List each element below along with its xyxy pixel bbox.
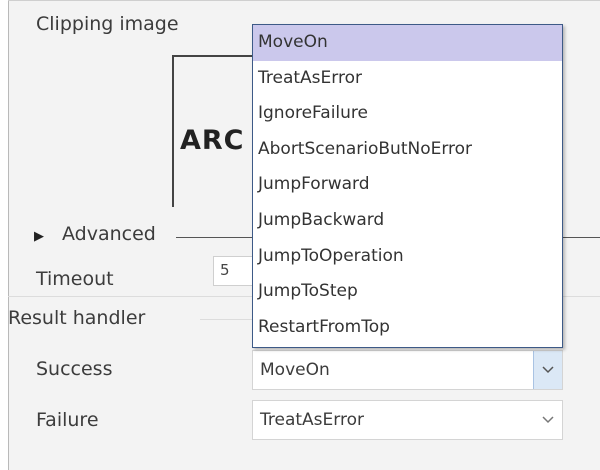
dropdown-option-treataserror[interactable]: TreatAsError [253, 61, 562, 97]
result-action-dropdown[interactable]: MoveOn TreatAsError IgnoreFailure AbortS… [252, 24, 563, 348]
dropdown-option-restartfromtop[interactable]: RestartFromTop [253, 310, 562, 346]
advanced-divider [176, 237, 256, 238]
result-handler-label: Result handler [8, 307, 146, 329]
dropdown-option-abortscenariobutnoerror[interactable]: AbortScenarioButNoError [253, 132, 562, 168]
dropdown-option-jumpforward[interactable]: JumpForward [253, 167, 562, 203]
panel-top-border [8, 0, 600, 1]
chevron-down-icon[interactable] [533, 351, 562, 389]
failure-select[interactable]: TreatAsError [252, 400, 563, 440]
failure-select-value: TreatAsError [260, 410, 364, 430]
dropdown-option-jumptostep[interactable]: JumpToStep [253, 274, 562, 310]
clipping-image-label: Clipping image [36, 13, 179, 35]
expand-arrow-icon[interactable]: ▶ [34, 229, 44, 244]
success-select-value: MoveOn [260, 360, 330, 380]
clipping-image-text: ARC [180, 125, 245, 156]
advanced-divider-right [563, 237, 600, 238]
success-select[interactable]: MoveOn [252, 350, 563, 390]
dropdown-option-moveon[interactable]: MoveOn [253, 25, 562, 61]
advanced-toggle[interactable]: Advanced [62, 223, 156, 245]
dropdown-option-jumptooperation[interactable]: JumpToOperation [253, 239, 562, 275]
dropdown-option-ignorefailure[interactable]: IgnoreFailure [253, 96, 562, 132]
dropdown-option-jumpbackward[interactable]: JumpBackward [253, 203, 562, 239]
failure-label: Failure [36, 409, 99, 431]
chevron-down-icon[interactable] [534, 401, 562, 439]
timeout-label: Timeout [36, 268, 114, 290]
success-label: Success [36, 358, 113, 380]
result-handler-divider [200, 319, 252, 320]
